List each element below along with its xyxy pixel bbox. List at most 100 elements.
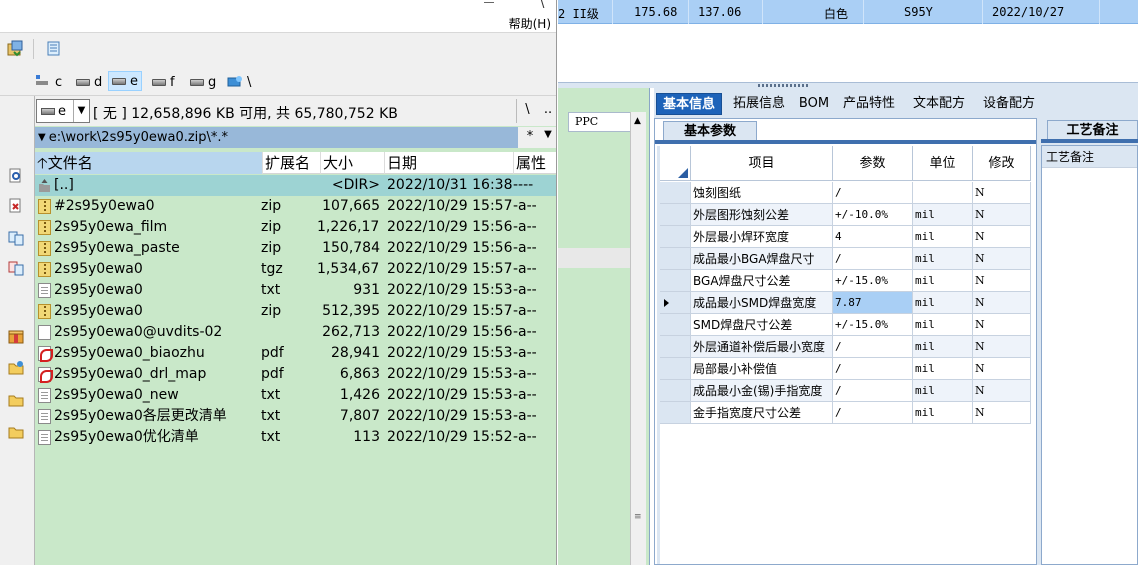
param-value[interactable]: 7.87 bbox=[833, 292, 913, 314]
param-row[interactable]: 成品最小金(锡)手指宽度 / mil N bbox=[660, 380, 1032, 402]
param-row[interactable]: SMD焊盘尺寸公差 +/-15.0% mil N bbox=[660, 314, 1032, 336]
drive-c[interactable]: c bbox=[52, 72, 65, 92]
tab-product-features[interactable]: 产品特性 bbox=[836, 93, 902, 115]
column-header-ext[interactable]: 扩展名 bbox=[263, 152, 321, 174]
folder-settings-icon[interactable] bbox=[8, 360, 24, 376]
param-value[interactable]: +/-15.0% bbox=[833, 314, 913, 336]
splitter-grip[interactable] bbox=[758, 84, 808, 87]
row-indicator[interactable] bbox=[660, 314, 691, 336]
craft-notes-area[interactable]: 工艺备注 bbox=[1041, 145, 1138, 565]
param-value[interactable]: / bbox=[833, 336, 913, 358]
drive-f[interactable]: f bbox=[149, 72, 178, 92]
param-value[interactable]: / bbox=[833, 380, 913, 402]
drive-network[interactable]: \ bbox=[224, 72, 254, 92]
search-file-icon[interactable] bbox=[8, 198, 24, 214]
history-dropdown[interactable]: ▼ bbox=[540, 129, 556, 140]
column-header-attr[interactable]: 属性 bbox=[514, 152, 556, 174]
zip-file-icon bbox=[38, 199, 51, 214]
file-row[interactable]: 2s95y0ewa0 txt 931 2022/10/29 15:53 -a-- bbox=[35, 280, 556, 301]
param-value[interactable]: / bbox=[833, 248, 913, 270]
tab-craft-notes[interactable]: 工艺备注 bbox=[1047, 120, 1138, 140]
column-header-param[interactable]: 参数 bbox=[833, 146, 913, 181]
file-row[interactable]: 2s95y0ewa_film zip 1,226,173 2022/10/29 15:… bbox=[35, 217, 556, 238]
row-indicator[interactable] bbox=[660, 402, 691, 424]
param-value[interactable]: / bbox=[833, 402, 913, 424]
column-header-size[interactable]: 大小 bbox=[321, 152, 385, 174]
scroll-up-icon[interactable]: ▲ bbox=[634, 116, 641, 126]
selected-record-row[interactable]: 2 II级 175.68 137.06 白色 S95Y 2022/10/27 bbox=[558, 0, 1138, 24]
file-row[interactable]: 2s95y0ewa0 tgz 1,534,676 2022/10/29 15:57-a… bbox=[35, 259, 556, 280]
filter-button[interactable]: * bbox=[521, 129, 539, 144]
file-row[interactable]: 2s95y0ewa0_new txt 1,426 2022/10/29 15:53 -a… bbox=[35, 385, 556, 406]
file-size: 931 bbox=[353, 282, 380, 298]
row-indicator[interactable] bbox=[660, 358, 691, 380]
column-header-unit[interactable]: 单位 bbox=[913, 146, 973, 181]
current-path[interactable]: ▼ e:\work\2s95y0ewa0.zip\*.* bbox=[35, 127, 518, 148]
column-header-date[interactable]: 日期 bbox=[385, 152, 514, 174]
row-indicator[interactable] bbox=[660, 270, 691, 292]
drive-g[interactable]: g bbox=[187, 72, 219, 92]
param-value[interactable]: / bbox=[833, 358, 913, 380]
tab-bom[interactable]: BOM bbox=[796, 93, 832, 115]
tab-extended-info[interactable]: 拓展信息 bbox=[726, 93, 792, 115]
row-indicator[interactable] bbox=[660, 380, 691, 402]
file-attr: -a-- bbox=[513, 261, 537, 277]
ppc-scrollbar[interactable]: ▲ ≡ bbox=[630, 112, 646, 565]
column-header-name[interactable]: 🡡文件名 bbox=[35, 152, 263, 174]
root-button[interactable]: \ bbox=[516, 99, 538, 123]
drive-e[interactable]: e bbox=[108, 71, 142, 91]
row-indicator[interactable] bbox=[660, 226, 691, 248]
column-header-modify[interactable]: 修改 bbox=[973, 146, 1031, 181]
row-indicator[interactable] bbox=[660, 182, 691, 204]
tab-text-recipe[interactable]: 文本配方 bbox=[906, 93, 972, 115]
param-row[interactable]: 金手指宽度尺寸公差 / mil N bbox=[660, 402, 1032, 424]
refresh-icon[interactable] bbox=[7, 40, 24, 57]
sync-icon[interactable] bbox=[8, 260, 24, 276]
file-row[interactable]: #2s95y0ewa0 zip 107,665 2022/10/29 15:57 -a-… bbox=[35, 196, 556, 217]
file-row[interactable]: 2s95y0ewa0_drl_map pdf 6,863 2022/10/29 15:… bbox=[35, 364, 556, 385]
param-value[interactable]: +/-15.0% bbox=[833, 270, 913, 292]
parent-dir-button[interactable]: .. bbox=[538, 99, 556, 123]
param-value[interactable]: 4 bbox=[833, 226, 913, 248]
row-indicator[interactable] bbox=[660, 292, 691, 314]
column-header-item[interactable]: 项目 bbox=[691, 146, 833, 181]
find-icon[interactable] bbox=[8, 168, 24, 184]
row-indicator[interactable] bbox=[660, 204, 691, 226]
file-row[interactable]: 2s95y0ewa0_biaozhu pdf 28,941 2022/10/29 15… bbox=[35, 343, 556, 364]
tab-equipment-recipe[interactable]: 设备配方 bbox=[976, 93, 1042, 115]
tab-basic-info[interactable]: 基本信息 bbox=[656, 93, 722, 115]
package-icon[interactable] bbox=[8, 328, 24, 344]
compare-icon[interactable] bbox=[8, 230, 24, 246]
param-row[interactable]: 蚀刻图纸 / N bbox=[660, 182, 1032, 204]
row-indicator-header[interactable] bbox=[660, 146, 691, 181]
row-indicator[interactable] bbox=[660, 336, 691, 358]
file-row[interactable]: 2s95y0ewa0@uvdits-02 262,713 2022/10/29 15… bbox=[35, 322, 556, 343]
file-row[interactable]: 2s95y0ewa0优化清单 txt 113 2022/10/29 15:52 -a-- bbox=[35, 427, 556, 448]
param-row[interactable]: 外层图形蚀刻公差 +/-10.0% mil N bbox=[660, 204, 1032, 226]
detail-area: 基本信息 拓展信息 BOM 产品特性 文本配方 设备配方 基本参数 项目 参数 … bbox=[654, 88, 1138, 565]
param-row[interactable]: 成品最小BGA焊盘尺寸 / mil N bbox=[660, 248, 1032, 270]
param-value[interactable]: / bbox=[833, 182, 913, 204]
param-row[interactable]: 外层通道补偿后最小宽度 / mil N bbox=[660, 336, 1032, 358]
file-row[interactable]: 2s95y0ewa0各层更改清单 txt 7,807 2022/10/29 15:53… bbox=[35, 406, 556, 427]
param-value[interactable]: +/-10.0% bbox=[833, 204, 913, 226]
param-row[interactable]: 局部最小补偿值 / mil N bbox=[660, 358, 1032, 380]
file-row[interactable]: 2s95y0ewa_paste zip 150,784 2022/10/29 15:5… bbox=[35, 238, 556, 259]
file-attr: ---- bbox=[513, 177, 534, 193]
folder-icon[interactable] bbox=[8, 424, 24, 440]
drive-select[interactable]: e ▼ bbox=[36, 99, 90, 123]
file-row[interactable]: 2s95y0ewa0 zip 512,395 2022/10/29 15:57 -a-- bbox=[35, 301, 556, 322]
copy-icon[interactable] bbox=[45, 40, 62, 57]
file-file-icon bbox=[38, 325, 51, 340]
param-row[interactable]: 外层最小焊环宽度 4 mil N bbox=[660, 226, 1032, 248]
param-row[interactable]: BGA焊盘尺寸公差 +/-15.0% mil N bbox=[660, 270, 1032, 292]
tab-basic-params[interactable]: 基本参数 bbox=[663, 121, 757, 141]
chevron-down-icon[interactable]: ▼ bbox=[73, 100, 89, 122]
craft-notes-panel: 工艺备注 工艺备注 bbox=[1041, 118, 1138, 565]
folder-icon[interactable] bbox=[8, 392, 24, 408]
row-indicator[interactable] bbox=[660, 248, 691, 270]
param-row[interactable]: 成品最小SMD焊盘宽度 7.87 mil N bbox=[660, 292, 1032, 314]
parent-dir-row[interactable]: [..] <DIR> 2022/10/31 16:38 ---- bbox=[35, 175, 556, 196]
drive-d[interactable]: d bbox=[73, 72, 105, 92]
help-menu[interactable]: 帮助(H) bbox=[509, 15, 551, 32]
